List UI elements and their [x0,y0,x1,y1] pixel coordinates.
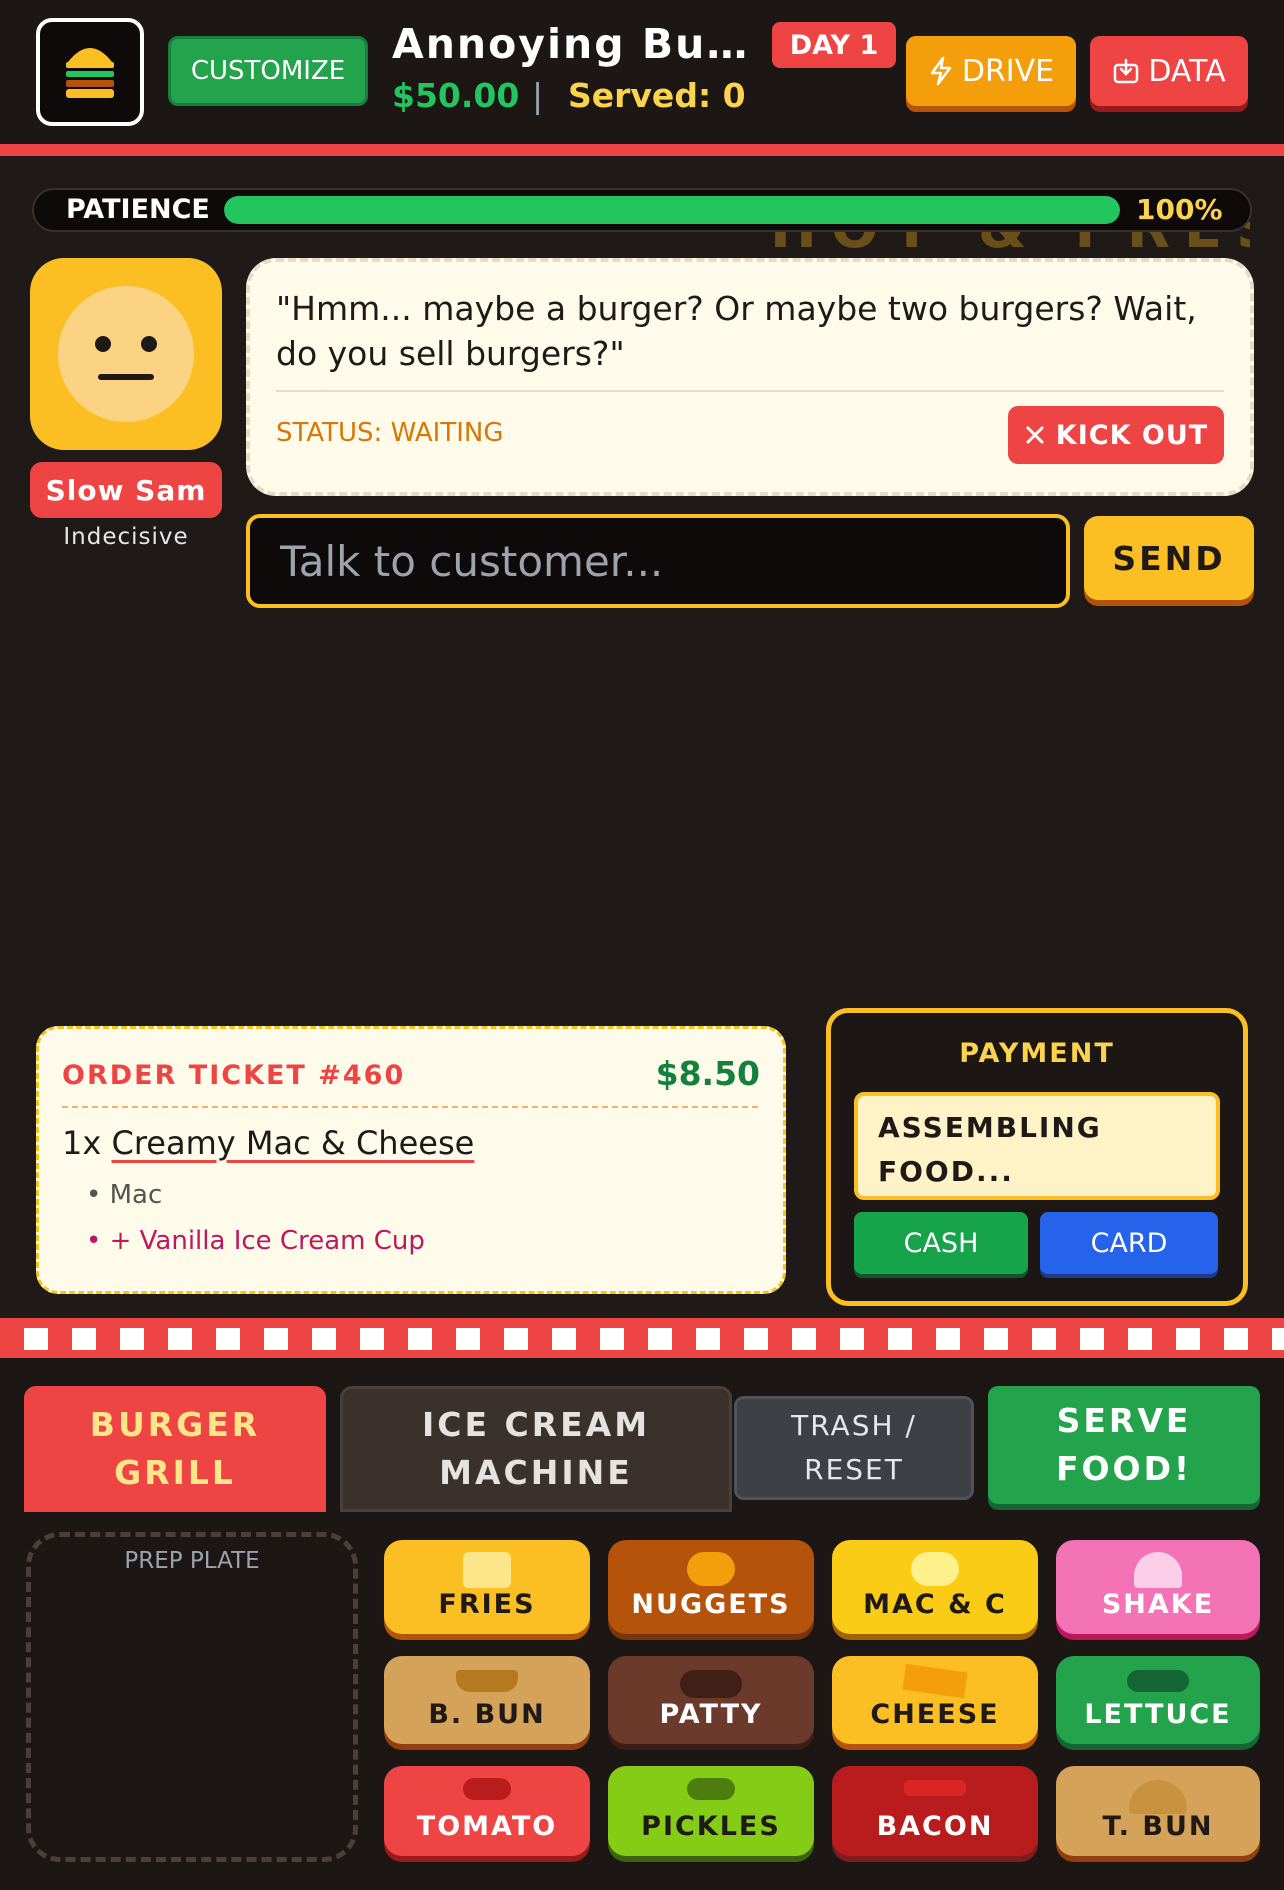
ingredient-top-bun-button[interactable]: T. BUN [1056,1766,1260,1856]
customer-status: STATUS: WAITING [276,418,504,448]
ingredient-mac-cheese-button[interactable]: MAC & C [832,1540,1038,1634]
card-button[interactable]: CARD [1040,1212,1218,1274]
served-count: Served: 0 [568,76,746,115]
trash-reset-button[interactable]: TRASH / RESET [734,1396,974,1500]
ticket-price: $8.50 [655,1054,760,1093]
top-bun-icon [1129,1780,1187,1814]
ingredient-lettuce-button[interactable]: LETTUCE [1056,1656,1260,1744]
order-item: 1x Creamy Mac & Cheese [62,1124,474,1162]
drive-label: DRIVE [961,53,1055,89]
patty-icon [680,1670,742,1698]
item-quantity: 1x [62,1124,102,1162]
serve-food-button[interactable]: SERVE FOOD! [988,1386,1260,1504]
ingredient-cheese-button[interactable]: CHEESE [832,1656,1038,1744]
patience-fill [224,196,1120,224]
app-window: CUSTOMIZE Annoying Burger Shack $50.00 |… [0,0,1284,1890]
fries-icon [463,1552,511,1588]
ingredient-nuggets-button[interactable]: NUGGETS [608,1540,814,1634]
prep-plate-label: PREP PLATE [124,1548,260,1574]
checkered-divider [0,1318,1284,1358]
patience-track [224,196,1120,224]
prep-plate[interactable] [26,1532,358,1862]
lettuce-icon [1127,1670,1189,1692]
patience-label: PATIENCE [66,194,210,225]
money-display: $50.00 [392,76,520,115]
ingredient-tomato-button[interactable]: TOMATO [384,1766,590,1856]
patience-percent: 100% [1136,193,1223,226]
cash-button[interactable]: CASH [854,1212,1028,1274]
ingredient-bottom-bun-button[interactable]: B. BUN [384,1656,590,1744]
talk-input[interactable] [246,514,1070,608]
tomato-slice-icon [463,1778,511,1800]
day-badge: DAY 1 [772,22,896,68]
neutral-face-icon [58,286,194,422]
item-name: Creamy Mac & Cheese [111,1124,475,1162]
item-addon: • + Vanilla Ice Cream Cup [86,1226,425,1256]
tab-ice-cream-machine[interactable]: ICE CREAM MACHINE [340,1386,732,1512]
customize-button[interactable]: CUSTOMIZE [168,36,368,106]
stat-separator: | [532,76,544,115]
ingredient-fries-button[interactable]: FRIES [384,1540,590,1634]
ingredient-pickles-button[interactable]: PICKLES [608,1766,814,1856]
customer-trait: Indecisive [63,524,189,550]
ingredient-shake-button[interactable]: SHAKE [1056,1540,1260,1634]
payment-status: ASSEMBLING FOOD... [854,1092,1220,1200]
bacon-strip-icon [904,1780,966,1796]
bubble-divider [276,390,1224,392]
customer-name: Slow Sam [30,462,222,518]
tab-burger-grill[interactable]: BURGER GRILL [24,1386,326,1512]
mac-icon [911,1552,959,1586]
data-label: DATA [1148,53,1226,89]
close-icon [1026,426,1044,444]
item-modifier: • Mac [86,1180,163,1210]
bottom-bun-icon [456,1670,518,1692]
ingredient-patty-button[interactable]: PATTY [608,1656,814,1744]
drive-button[interactable]: DRIVE [906,36,1076,106]
burger-logo-icon[interactable] [36,18,144,126]
customer-quote: "Hmm... maybe a burger? Or maybe two bur… [276,289,1197,373]
header-divider [0,144,1284,156]
shake-icon [1134,1552,1182,1588]
restaurant-name: Annoying Burger Shack [392,20,752,68]
pickle-icon [687,1778,735,1800]
ingredient-bacon-button[interactable]: BACON [832,1766,1038,1856]
ticket-title: ORDER TICKET #460 [62,1060,406,1091]
download-icon [1114,58,1139,84]
data-button[interactable]: DATA [1090,36,1248,106]
kick-out-button[interactable]: KICK OUT [1008,406,1224,464]
kick-out-label: KICK OUT [1055,419,1209,451]
payment-title: PAYMENT [959,1038,1115,1069]
ticket-divider [62,1106,758,1108]
lightning-icon [930,56,952,86]
cheese-slice-icon [902,1663,968,1699]
nugget-icon [687,1552,735,1586]
send-button[interactable]: SEND [1084,516,1254,600]
